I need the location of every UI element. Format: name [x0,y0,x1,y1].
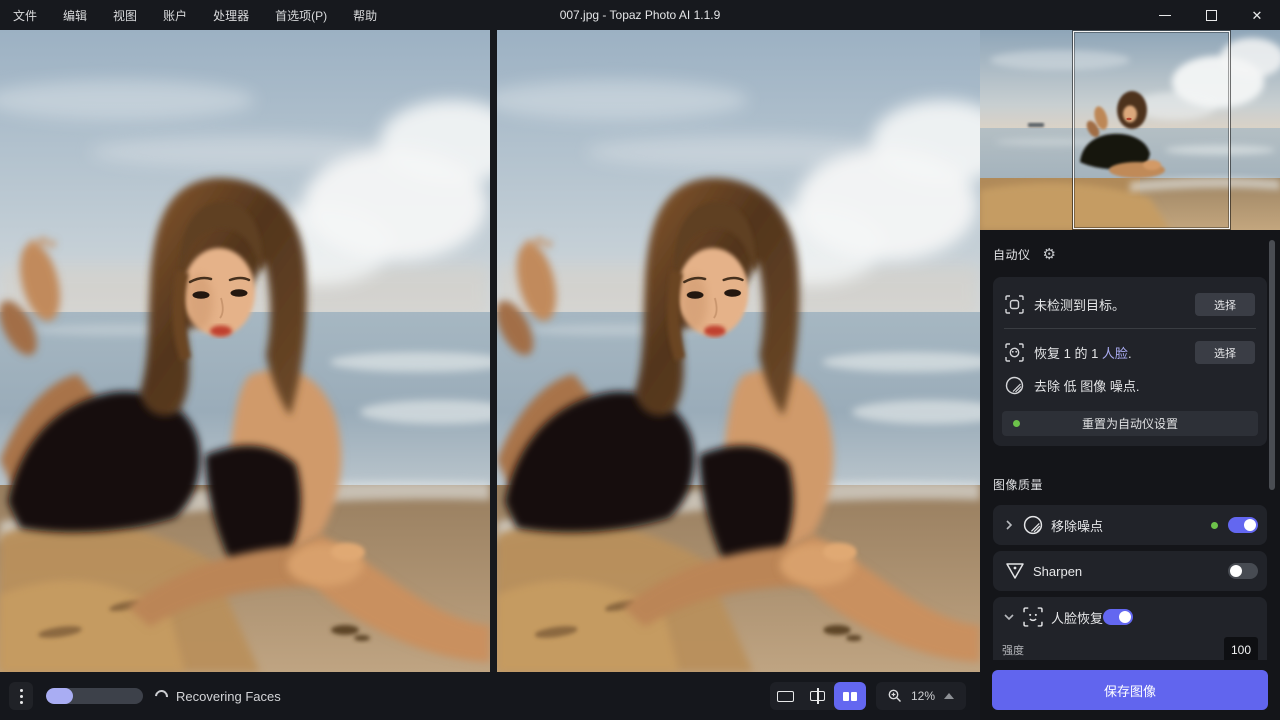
strength-label: 强度 [1002,645,1024,657]
remove-noise-label: 移除噪点 [1051,516,1103,535]
menu-help[interactable]: 帮助 [353,7,377,24]
remove-noise-toggle[interactable] [1228,517,1258,533]
face-recovery-label: 人脸恢复 [1051,608,1103,627]
kebab-icon [20,689,23,692]
kebab-menu-button[interactable] [9,682,33,710]
main-content: Recovering Faces [0,30,1280,720]
navigator-viewport-rect[interactable] [1073,31,1230,229]
maximize-button[interactable] [1188,0,1234,30]
menu-processor[interactable]: 处理器 [213,7,249,24]
remove-noise-card[interactable]: 移除噪点 [993,505,1267,545]
beach-photo-before [0,30,490,672]
face-recovery-toggle[interactable] [1103,609,1133,625]
single-view-icon [777,691,794,702]
strength-control: 强度 100 [993,637,1267,660]
view-mode-group [770,682,866,710]
menu-file[interactable]: 文件 [13,7,37,24]
zoom-level: 12% [911,689,935,703]
beach-photo-after [497,30,980,672]
minimize-icon [1159,15,1171,16]
sharpen-icon [1005,562,1025,580]
close-button[interactable]: ✕ [1234,0,1280,30]
zoom-control[interactable]: 12% [876,682,966,710]
face-recovery-card: 人脸恢复 强度 100 1人脸选择 选择 [993,597,1267,660]
face-detect-icon [1005,343,1024,362]
side-by-side-view-button[interactable] [834,682,866,710]
progress-fill [46,688,73,704]
before-image-pane[interactable] [0,30,490,672]
autopilot-title: 自动仪 [993,246,1031,263]
autopilot-header: 自动仪 ⚙ [993,246,1267,263]
navigator-preview [980,30,1280,230]
sharpen-label: Sharpen [1033,564,1082,579]
image-canvas [0,30,980,672]
side-by-side-icon [843,692,857,701]
autopilot-face-row: 恢复 1 的 1 人脸. 选择 [1002,335,1258,370]
menu-edit[interactable]: 编辑 [63,7,87,24]
title-bar: 文件 编辑 视图 账户 处理器 首选项(P) 帮助 007.jpg - Topa… [0,0,1280,30]
split-view-button[interactable] [802,682,834,710]
subject-select-button[interactable]: 选择 [1195,293,1255,316]
menu-view[interactable]: 视图 [113,7,137,24]
split-view-icon [809,688,826,704]
face-select-button[interactable]: 选择 [1195,341,1255,364]
menu-bar: 文件 编辑 视图 账户 处理器 首选项(P) 帮助 [0,7,377,24]
zoom-in-icon [888,689,902,703]
face-recovery-icon [1023,607,1043,627]
save-area: 保存图像 [980,660,1280,720]
chevron-down-icon[interactable] [1003,613,1015,621]
spinner-icon [152,687,170,705]
canvas-column: Recovering Faces [0,30,980,720]
minimize-button[interactable] [1142,0,1188,30]
noise-status-text: 去除 低 图像 噪点. [1034,376,1139,395]
strength-value-input[interactable]: 100 [1224,637,1258,660]
menu-preferences[interactable]: 首选项(P) [275,7,327,24]
after-image-pane[interactable] [497,30,980,672]
settings-scroll-area: 自动仪 ⚙ 未检测到目标。 选择 [980,230,1280,660]
sharpen-toggle[interactable] [1228,563,1258,579]
chevron-right-icon[interactable] [1003,519,1015,531]
pane-divider [490,30,497,672]
maximize-icon [1206,10,1217,21]
right-panel: 自动仪 ⚙ 未检测到目标。 选择 [980,30,1280,720]
autopilot-subject-row: 未检测到目标。 选择 [1002,287,1258,322]
app-window: 文件 编辑 视图 账户 处理器 首选项(P) 帮助 007.jpg - Topa… [0,0,1280,720]
autopilot-noise-row: 去除 低 图像 噪点. [1002,370,1258,401]
divider [1004,328,1256,329]
face-status-text: 恢复 1 的 1 人脸. [1034,343,1132,362]
remove-noise-icon [1023,515,1043,535]
autopilot-applied-dot [1211,522,1218,529]
subject-status-text: 未检测到目标。 [1034,295,1125,314]
subject-detect-icon [1005,295,1024,314]
autopilot-card: 未检测到目标。 选择 恢复 1 的 1 人 [993,277,1267,446]
face-recovery-header[interactable]: 人脸恢复 [993,597,1267,637]
face-count-link[interactable]: 人脸 [1102,346,1128,361]
save-image-button[interactable]: 保存图像 [992,670,1268,710]
menu-account[interactable]: 账户 [163,7,187,24]
scrollbar-thumb[interactable] [1269,240,1275,490]
sharpen-card[interactable]: Sharpen [993,551,1267,591]
reset-autopilot-button[interactable]: 重置为自动仪设置 [1002,411,1258,436]
autopilot-settings-gear-icon[interactable]: ⚙ [1043,247,1056,262]
image-quality-title: 图像质量 [993,476,1267,493]
status-text: Recovering Faces [176,689,281,704]
noise-icon [1005,376,1024,395]
progress-bar [46,688,143,704]
window-controls: ✕ [1142,0,1280,30]
single-view-button[interactable] [770,682,802,710]
zoom-dropdown-arrow-icon[interactable] [944,693,954,699]
status-bar: Recovering Faces [0,672,980,720]
